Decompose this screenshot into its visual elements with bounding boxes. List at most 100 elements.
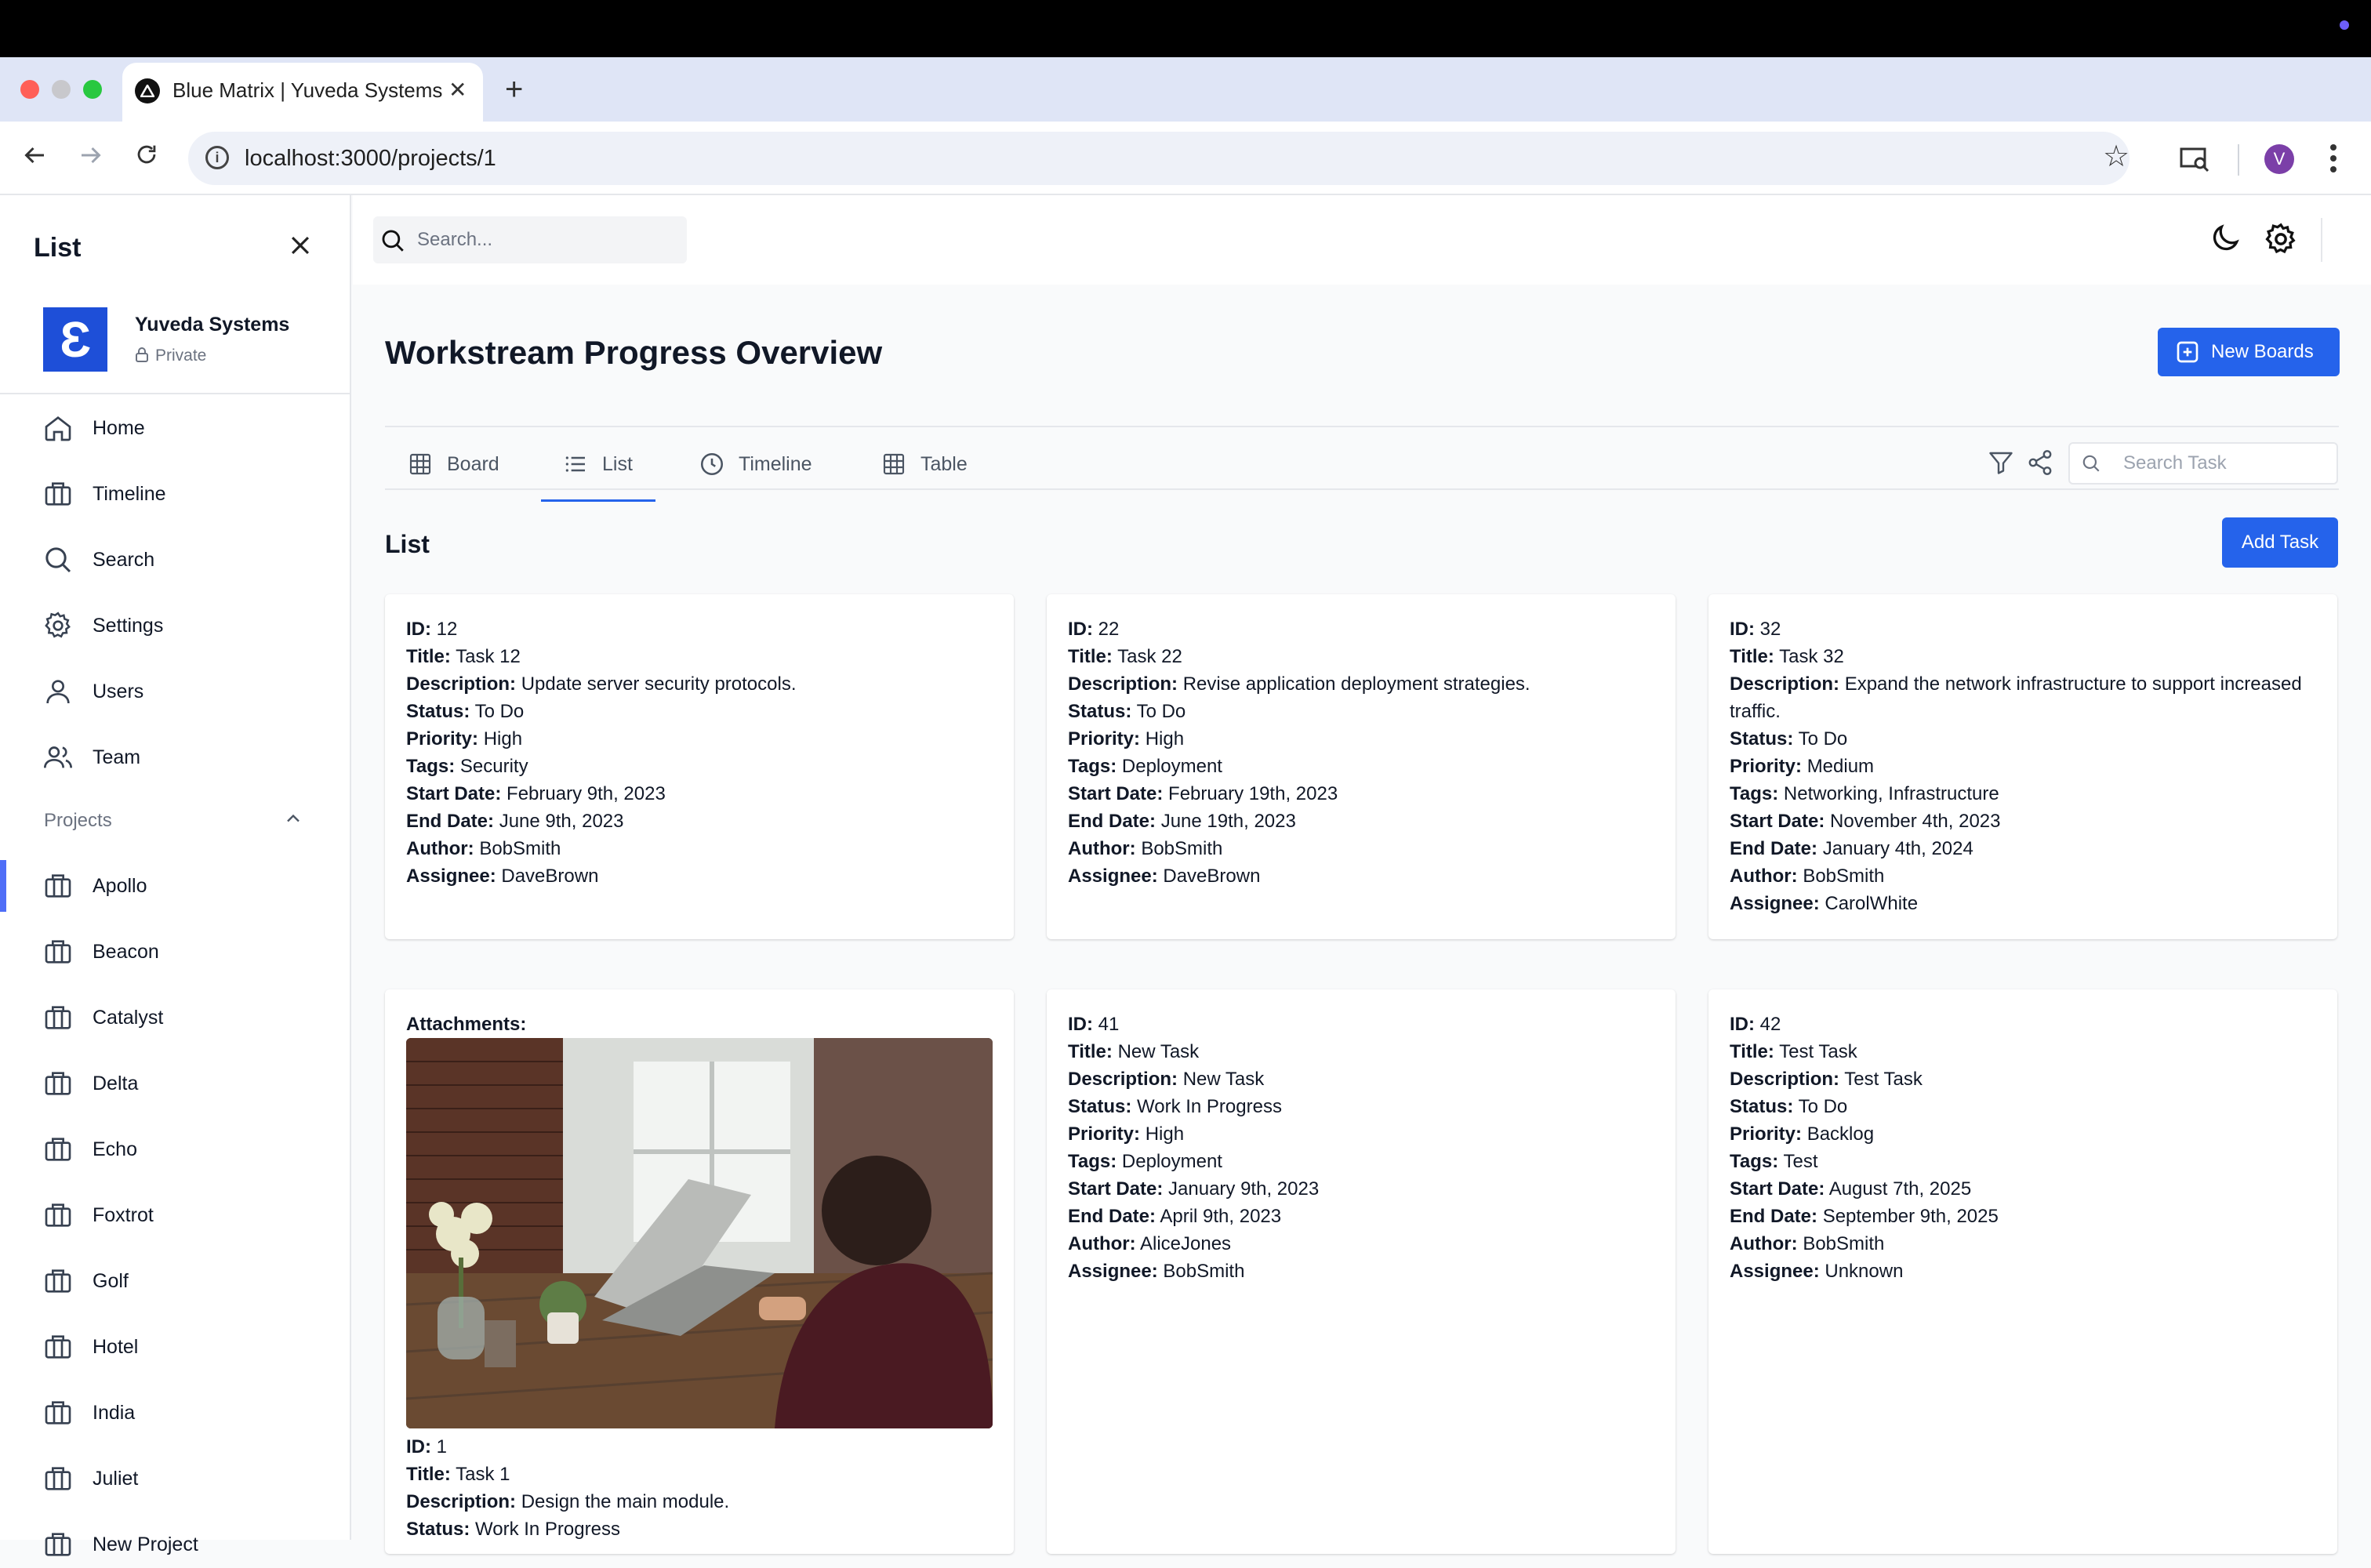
tab-close-icon[interactable]: ✕	[448, 77, 467, 103]
field-value: Task 32	[1779, 646, 1844, 667]
task-field-title: Title: Test Task	[1730, 1038, 2318, 1065]
sidebar-item-settings[interactable]: Settings	[0, 602, 350, 649]
task-field-start: Start Date: February 9th, 2023	[406, 780, 994, 808]
field-label: Title:	[1068, 1041, 1113, 1062]
page-title: Workstream Progress Overview	[385, 334, 883, 371]
task-fields: ID: 22 Title: Task 22 Description: Revise …	[1068, 615, 1656, 890]
task-fields: ID: 12 Title: Task 12 Description: Update …	[406, 615, 994, 890]
task-fields: ID: 42 Title: Test Task Description: Test …	[1730, 1011, 2318, 1285]
field-label: Description:	[1068, 673, 1178, 695]
field-value: New Task	[1182, 1069, 1265, 1090]
workspace-name[interactable]: Yuveda Systems	[135, 312, 289, 337]
sidebar-item-timeline[interactable]: Timeline	[0, 470, 350, 517]
window-close-button[interactable]	[20, 80, 39, 99]
task-field-end: End Date: January 4th, 2024	[1730, 835, 2318, 862]
task-field-priority: Priority: Backlog	[1730, 1120, 2318, 1148]
field-label: Author:	[1730, 1233, 1798, 1254]
sidebar-project-item[interactable]: Beacon	[0, 928, 350, 975]
field-label: Tags:	[1068, 1151, 1117, 1172]
profile-avatar[interactable]: V	[2264, 144, 2294, 174]
sidebar-project-item[interactable]: Hotel	[0, 1323, 350, 1370]
back-icon[interactable]	[20, 141, 49, 176]
new-boards-button[interactable]: New Boards	[2158, 328, 2340, 376]
settings-gear-icon[interactable]	[2263, 221, 2299, 261]
sidebar-project-item[interactable]: Catalyst	[0, 994, 350, 1041]
search-placeholder: Search...	[417, 229, 493, 250]
workspace-logo: Ɛ	[43, 307, 107, 372]
field-value: February 19th, 2023	[1168, 783, 1338, 804]
close-sidebar-icon[interactable]	[287, 232, 314, 263]
project-label: Beacon	[93, 940, 159, 963]
task-card[interactable]: ID: 42 Title: Test Task Description: Test …	[1708, 989, 2337, 1554]
field-label: Start Date:	[406, 783, 502, 804]
task-field-status: Status: Work In Progress	[1068, 1093, 1656, 1120]
sidebar-project-item[interactable]: New Project	[0, 1521, 350, 1568]
sidebar-project-item[interactable]: Echo	[0, 1126, 350, 1173]
task-field-title: Title: Task 22	[1068, 643, 1656, 670]
sidebar-project-item[interactable]: Juliet	[0, 1455, 350, 1502]
field-value: Backlog	[1806, 1123, 1875, 1145]
sidebar-project-item[interactable]: Delta	[0, 1060, 350, 1107]
field-label: End Date:	[406, 811, 495, 832]
field-value: BobSmith	[1803, 866, 1885, 887]
briefcase-icon	[41, 1132, 75, 1167]
window-minimize-button[interactable]	[52, 80, 71, 99]
share-icon[interactable]	[2026, 448, 2054, 481]
task-field-tags: Tags: Networking, Infrastructure	[1730, 780, 2318, 808]
task-field-tags: Tags: Deployment	[1068, 753, 1656, 780]
field-label: Assignee:	[1068, 866, 1158, 887]
sidebar-project-item[interactable]: India	[0, 1389, 350, 1436]
bookmark-star-icon[interactable]: ☆	[2103, 140, 2130, 174]
clock-icon	[698, 450, 726, 478]
reload-icon[interactable]	[133, 141, 160, 174]
task-field-description: Description: Design the main module.	[406, 1488, 994, 1515]
sidebar-item-home[interactable]: Home	[0, 405, 350, 452]
moon-icon[interactable]	[2208, 221, 2242, 260]
cast-icon[interactable]	[2180, 146, 2209, 176]
url-text[interactable]: localhost:3000/projects/1	[245, 144, 496, 172]
sidebar-divider	[0, 393, 351, 394]
field-label: Assignee:	[406, 866, 496, 887]
sidebar-item-users[interactable]: Users	[0, 668, 350, 715]
window-zoom-button[interactable]	[83, 80, 102, 99]
task-card[interactable]: ID: 41 Title: New Task Description: New Ta…	[1047, 989, 1676, 1554]
browser-menu-icon[interactable]	[2329, 143, 2338, 178]
sidebar-project-item[interactable]: Apollo	[0, 862, 350, 909]
field-label: Status:	[406, 701, 470, 722]
attachment-image[interactable]	[406, 1038, 993, 1428]
sidebar-project-item[interactable]: Golf	[0, 1258, 350, 1305]
field-value: 1	[436, 1436, 448, 1457]
add-task-button[interactable]: Add Task	[2222, 517, 2338, 568]
site-info-icon[interactable]: i	[205, 146, 229, 169]
field-value: Unknown	[1825, 1261, 1904, 1282]
field-label: ID:	[1068, 619, 1093, 640]
attachments-label: Attachments:	[406, 1014, 527, 1035]
task-card[interactable]: ID: 12 Title: Task 12 Description: Update …	[385, 594, 1014, 939]
tab-timeline[interactable]: Timeline	[698, 447, 812, 481]
field-label: End Date:	[1068, 1206, 1156, 1227]
tab-table[interactable]: Table	[880, 447, 968, 481]
field-label: ID:	[406, 1436, 431, 1457]
field-label: Description:	[406, 1491, 517, 1512]
sidebar-item-search[interactable]: Search	[0, 536, 350, 583]
task-card[interactable]: ID: 22 Title: Task 22 Description: Revise …	[1047, 594, 1676, 939]
task-card[interactable]: ID: 32 Title: Task 32 Description: Expand …	[1708, 594, 2337, 939]
project-label: Foxtrot	[93, 1203, 154, 1226]
gear-icon	[41, 608, 75, 643]
tab-board[interactable]: Board	[406, 447, 499, 481]
field-label: Title:	[1068, 646, 1113, 667]
field-label: Priority:	[1730, 1123, 1803, 1145]
toolbar-divider	[2238, 144, 2239, 176]
projects-section-label: Projects	[44, 810, 112, 831]
new-tab-button[interactable]: +	[505, 72, 523, 107]
sidebar-project-item[interactable]: Foxtrot	[0, 1192, 350, 1239]
forward-icon[interactable]	[77, 141, 105, 176]
filter-icon[interactable]	[1987, 448, 2015, 481]
chevron-up-icon[interactable]	[282, 808, 304, 836]
field-label: Assignee:	[1068, 1261, 1158, 1282]
project-label: India	[93, 1401, 136, 1424]
tab-list[interactable]: List	[561, 447, 633, 481]
sidebar-item-team[interactable]: Team	[0, 734, 350, 781]
field-value: BobSmith	[1141, 838, 1223, 859]
task-field-start: Start Date: February 19th, 2023	[1068, 780, 1656, 808]
